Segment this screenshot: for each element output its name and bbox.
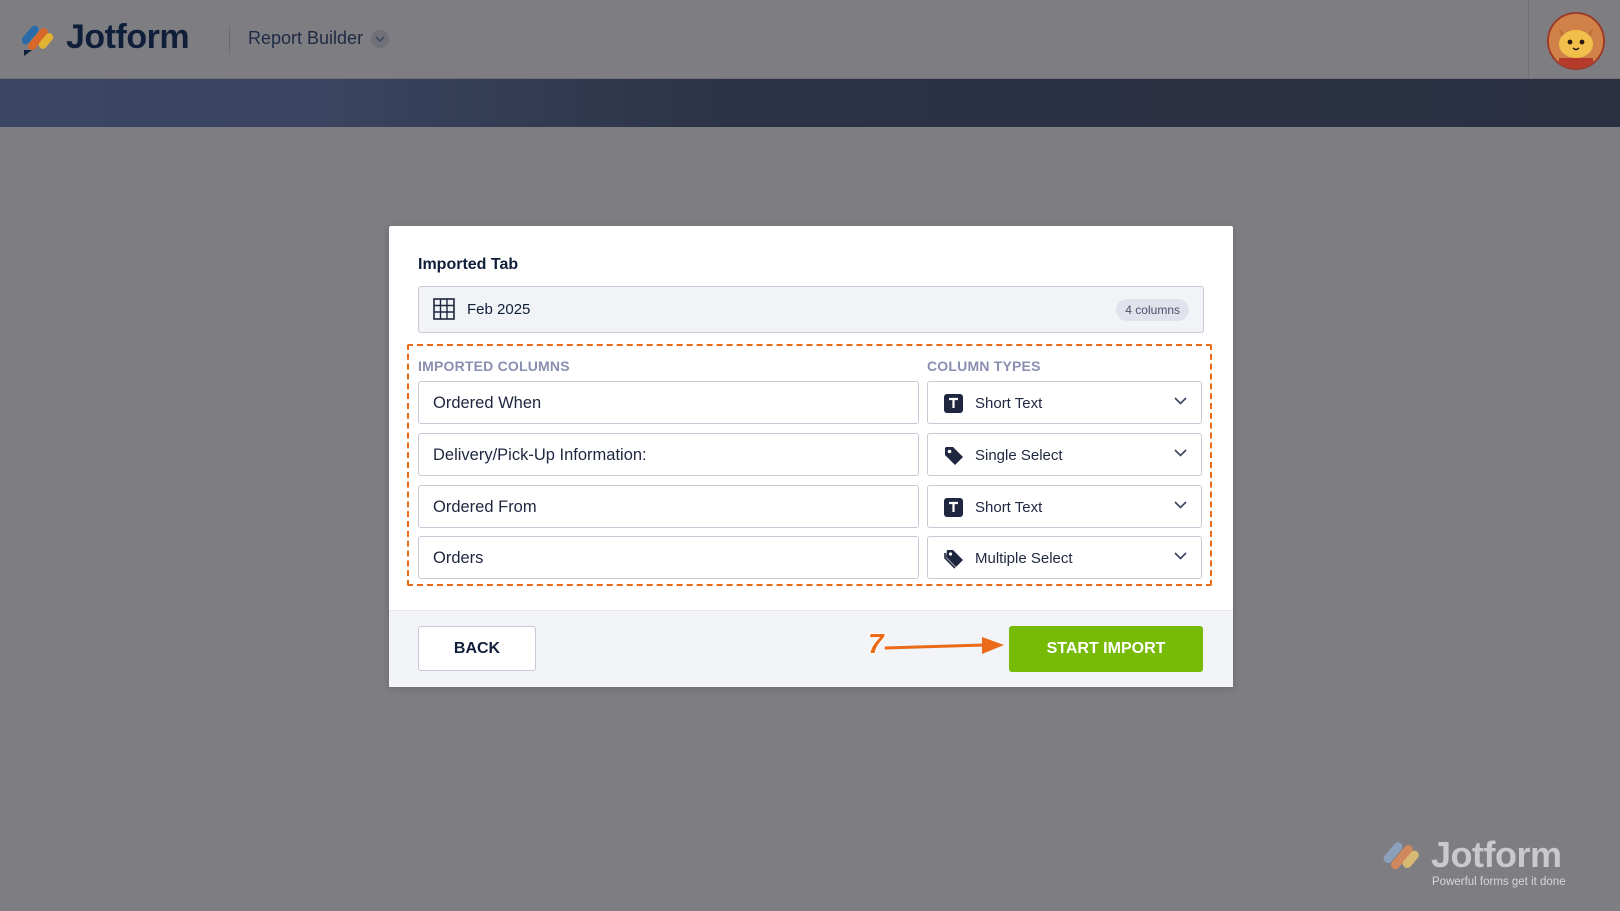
column-type-select[interactable]: Short Text — [927, 485, 1202, 528]
column-name-field[interactable]: Ordered From — [418, 485, 919, 528]
column-type-select[interactable]: Short Text — [927, 381, 1202, 424]
column-row: Ordered From Short Text — [418, 485, 1202, 530]
brand-name: Jotform — [66, 18, 190, 56]
imported-tab-box: Feb 2025 4 columns — [418, 286, 1204, 333]
header-divider — [229, 26, 230, 54]
column-row: Delivery/Pick-Up Information: Single Sel… — [418, 433, 1202, 478]
top-navbar: Jotform Report Builder — [0, 0, 1620, 79]
column-type-label: Short Text — [975, 499, 1043, 516]
app-switcher[interactable]: Report Builder — [248, 28, 390, 49]
start-import-button[interactable]: START IMPORT — [1009, 626, 1203, 672]
back-button[interactable]: BACK — [418, 626, 536, 671]
column-types-header: COLUMN TYPES — [927, 358, 1041, 374]
column-row: Ordered When Short Text — [418, 381, 1202, 426]
tab-name: Feb 2025 — [467, 301, 531, 318]
imported-tab-label: Imported Tab — [418, 256, 519, 273]
account-area — [1528, 0, 1620, 78]
column-count-badge: 4 columns — [1116, 299, 1189, 321]
chevron-down-icon — [1174, 397, 1187, 405]
user-avatar-icon — [1549, 14, 1603, 68]
arrow-right-icon — [884, 637, 1004, 654]
jotform-logo-icon — [22, 25, 54, 56]
watermark-tagline: Powerful forms get it done — [1432, 876, 1566, 888]
column-name-field[interactable]: Orders — [418, 536, 919, 579]
column-type-label: Multiple Select — [975, 550, 1073, 567]
column-type-label: Single Select — [975, 447, 1063, 464]
jotform-logo-icon — [1383, 842, 1419, 870]
column-row: Orders Multiple Select — [418, 536, 1202, 581]
table-grid-icon — [433, 298, 455, 320]
page-banner — [0, 79, 1620, 127]
column-name-field[interactable]: Delivery/Pick-Up Information: — [418, 433, 919, 476]
chevron-down-icon — [1174, 552, 1187, 560]
column-type-label: Short Text — [975, 395, 1043, 412]
avatar[interactable] — [1547, 12, 1605, 70]
chevron-down-icon — [371, 29, 390, 48]
step-number-annotation: 7 — [868, 628, 884, 659]
text-type-icon — [944, 498, 963, 517]
chevron-down-icon — [1174, 501, 1187, 509]
column-name-field[interactable]: Ordered When — [418, 381, 919, 424]
import-dialog: Imported Tab Feb 2025 4 columns IMPORTED… — [389, 226, 1233, 687]
chevron-down-icon — [1174, 449, 1187, 457]
column-type-select[interactable]: Single Select — [927, 433, 1202, 476]
brand-logo[interactable]: Jotform — [22, 18, 190, 57]
dialog-footer: BACK START IMPORT — [389, 610, 1233, 687]
text-type-icon — [944, 394, 963, 413]
watermark-brand: Jotform — [1431, 834, 1562, 875]
app-name: Report Builder — [248, 28, 364, 48]
tags-icon — [944, 550, 963, 569]
tag-icon — [945, 447, 963, 465]
imported-columns-header: IMPORTED COLUMNS — [418, 358, 570, 374]
column-type-select[interactable]: Multiple Select — [927, 536, 1202, 579]
